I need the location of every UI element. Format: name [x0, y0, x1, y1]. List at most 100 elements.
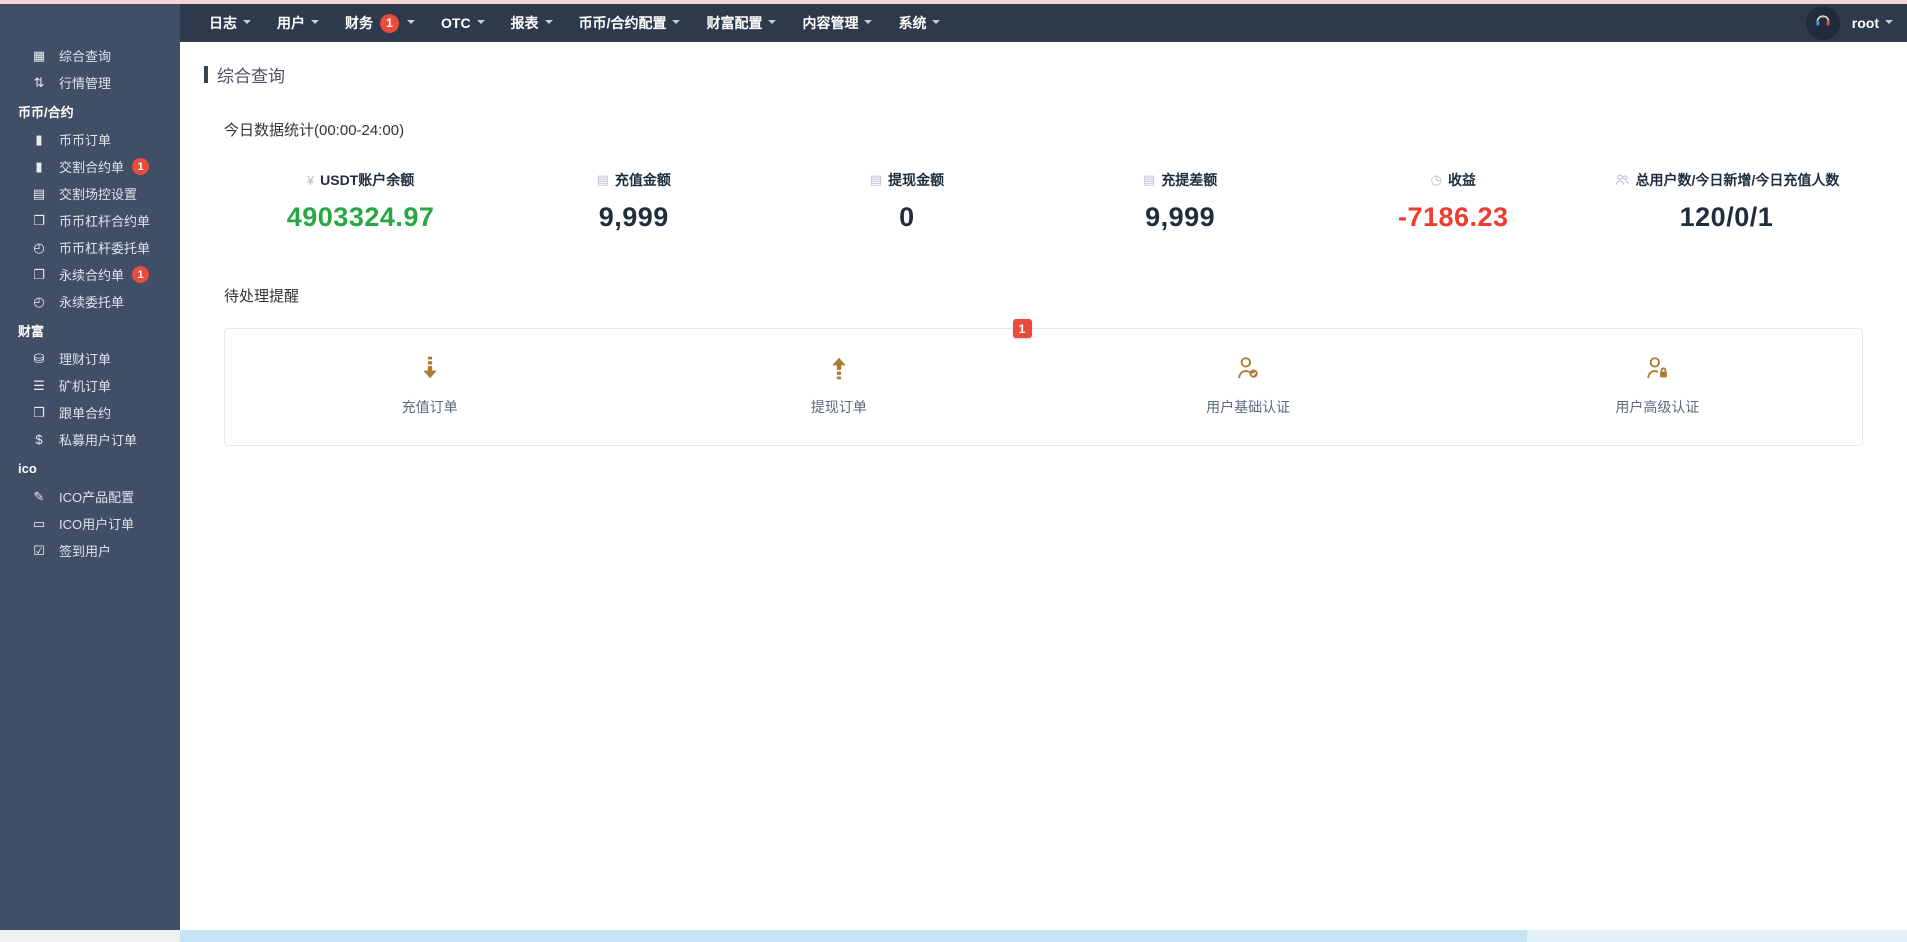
invoice-icon: ▤: [1143, 172, 1155, 188]
sidebar-item[interactable]: ▮ 交割合约单 1: [0, 153, 180, 180]
nav-menu: 日志 用户 财务 1 OTC 报表 币币/合约配置: [196, 4, 953, 42]
stat-label: 总用户数/今日新增/今日充值人数: [1636, 170, 1840, 190]
pending-item-label: 充值订单: [225, 397, 634, 417]
edit-check-icon: ☑: [30, 543, 48, 559]
nav-menu-item[interactable]: 财务 1: [332, 4, 428, 42]
sidebar-section-header: ico: [0, 453, 180, 483]
nav-menu-item[interactable]: 日志: [196, 4, 264, 42]
nav-menu-badge: 1: [380, 14, 399, 33]
nav-menu-label: 日志: [209, 13, 237, 33]
stat-value: 0: [770, 202, 1043, 233]
scrollbar-track[interactable]: [180, 930, 1907, 942]
pending-item-badge: 1: [1013, 319, 1032, 338]
sidebar-item[interactable]: ▦ 综合查询: [0, 42, 180, 69]
stat-card: ◷ 收益 -7186.23: [1317, 170, 1590, 233]
stat-card: 总用户数/今日新增/今日充值人数 120/0/1: [1590, 170, 1863, 233]
sidebar: ▦ 综合查询 ⇅ 行情管理 币币/合约 ▮ 币币订单 ▮ 交割合约单 1 ▤ 交…: [0, 0, 180, 930]
file-arrow-icon: ❒: [30, 405, 48, 421]
stat-value: -7186.23: [1317, 202, 1590, 233]
sidebar-section-header: 币币/合约: [0, 96, 180, 126]
nav-menu-item[interactable]: 内容管理: [789, 4, 885, 42]
sidebar-section-label: 币币/合约: [18, 102, 74, 121]
topbar-right: root: [1806, 6, 1893, 40]
arrow-up-icon: [634, 353, 1043, 383]
nav-menu-item[interactable]: 报表: [498, 4, 566, 42]
invoice-icon: ▤: [597, 172, 609, 188]
file-pen-icon: ✎: [30, 489, 48, 505]
nav-menu-item[interactable]: 系统: [885, 4, 953, 42]
sidebar-item[interactable]: ❐ 币币杠杆合约单: [0, 207, 180, 234]
stats-row: ¥ USDT账户余额 4903324.97 ▤ 充值金额 9,999 ▤ 提现金…: [224, 170, 1863, 233]
sidebar-item-label: 交割合约单: [59, 157, 124, 176]
stat-label-row: ¥ USDT账户余额: [224, 170, 497, 190]
sidebar-item[interactable]: ⇅ 行情管理: [0, 69, 180, 96]
support-button[interactable]: [1806, 6, 1840, 40]
sidebar-item[interactable]: ▮ 币币订单: [0, 126, 180, 153]
sidebar-item-label: 永续委托单: [59, 292, 124, 311]
chevron-down-icon: [477, 20, 485, 28]
nav-menu-item[interactable]: 财富配置: [693, 4, 789, 42]
sidebar-item-label: ICO产品配置: [59, 487, 134, 506]
pending-item[interactable]: 1 提现订单: [634, 353, 1043, 417]
sidebar-item[interactable]: ❐ 永续合约单 1: [0, 261, 180, 288]
nav-menu-item[interactable]: 币币/合约配置: [566, 4, 694, 42]
sidebar-item[interactable]: ▤ 交割场控设置: [0, 180, 180, 207]
pending-item[interactable]: 充值订单: [225, 353, 634, 417]
main-content: 综合查询 今日数据统计(00:00-24:00) ¥ USDT账户余额 4903…: [180, 42, 1907, 930]
coins-icon: ⛁: [30, 351, 48, 367]
sidebar-item[interactable]: ◴ 永续委托单: [0, 288, 180, 315]
invoice-icon: ▤: [870, 172, 882, 188]
nav-menu-item[interactable]: 用户: [264, 4, 332, 42]
chevron-down-icon: [407, 20, 415, 28]
stat-label: 充值金额: [615, 170, 671, 190]
stat-card: ▤ 充值金额 9,999: [497, 170, 770, 233]
sidebar-item[interactable]: ▭ ICO用户订单: [0, 510, 180, 537]
sidebar-item[interactable]: ✎ ICO产品配置: [0, 483, 180, 510]
sidebar-item-label: ICO用户订单: [59, 514, 134, 533]
user-name-label: root: [1852, 15, 1879, 31]
sidebar-item[interactable]: ☰ 矿机订单: [0, 372, 180, 399]
users-icon: [1614, 172, 1630, 188]
horizontal-scrollbar[interactable]: [0, 930, 1907, 942]
scrollbar-corner: [0, 930, 180, 942]
sidebar-item[interactable]: $ 私募用户订单: [0, 426, 180, 453]
scrollbar-thumb[interactable]: [180, 930, 1527, 942]
pending-item[interactable]: 用户基础认证: [1044, 353, 1453, 417]
stat-value: 120/0/1: [1590, 202, 1863, 233]
sidebar-section-header: 财富: [0, 315, 180, 345]
sidebar-item-label: 币币杠杆合约单: [59, 211, 150, 230]
stat-label: USDT账户余额: [320, 170, 414, 190]
file-clock-icon: ◴: [30, 294, 48, 310]
sidebar-item-label: 跟单合约: [59, 403, 111, 422]
dollar-icon: $: [30, 432, 48, 447]
headset-icon: [1814, 12, 1832, 35]
sidebar-item-label: 综合查询: [59, 46, 111, 65]
nav-menu-label: 内容管理: [802, 13, 858, 33]
sidebar-item[interactable]: ◴ 币币杠杆委托单: [0, 234, 180, 261]
grid-icon: ▦: [30, 48, 48, 64]
chevron-down-icon: [672, 20, 680, 28]
stat-value: 9,999: [497, 202, 770, 233]
pending-item-label: 提现订单: [634, 397, 1043, 417]
chevron-down-icon: [932, 20, 940, 28]
sidebar-item[interactable]: ❒ 跟单合约: [0, 399, 180, 426]
stats-section-title: 今日数据统计(00:00-24:00): [224, 119, 1863, 140]
layers-icon: ☰: [30, 378, 48, 394]
nav-menu-label: 报表: [511, 13, 539, 33]
pending-item[interactable]: 用户高级认证: [1453, 353, 1862, 417]
nav-menu-item[interactable]: OTC: [428, 4, 498, 42]
stat-label-row: ▤ 充值金额: [497, 170, 770, 190]
page-title: 综合查询: [204, 62, 1907, 87]
sidebar-item[interactable]: ☑ 签到用户: [0, 537, 180, 564]
stat-label: 收益: [1448, 170, 1476, 190]
stat-card: ▤ 充提差额 9,999: [1044, 170, 1317, 233]
sidebar-item[interactable]: ⛁ 理财订单: [0, 345, 180, 372]
stat-card: ▤ 提现金额 0: [770, 170, 1043, 233]
user-menu[interactable]: root: [1852, 15, 1893, 31]
sidebar-section-label: 财富: [18, 321, 44, 340]
arrow-down-icon: [225, 353, 634, 383]
nav-menu-label: OTC: [441, 15, 471, 31]
pending-section-title: 待处理提醒: [224, 285, 1863, 306]
sidebar-item-label: 矿机订单: [59, 376, 111, 395]
clipboard-icon: ▤: [30, 186, 48, 202]
